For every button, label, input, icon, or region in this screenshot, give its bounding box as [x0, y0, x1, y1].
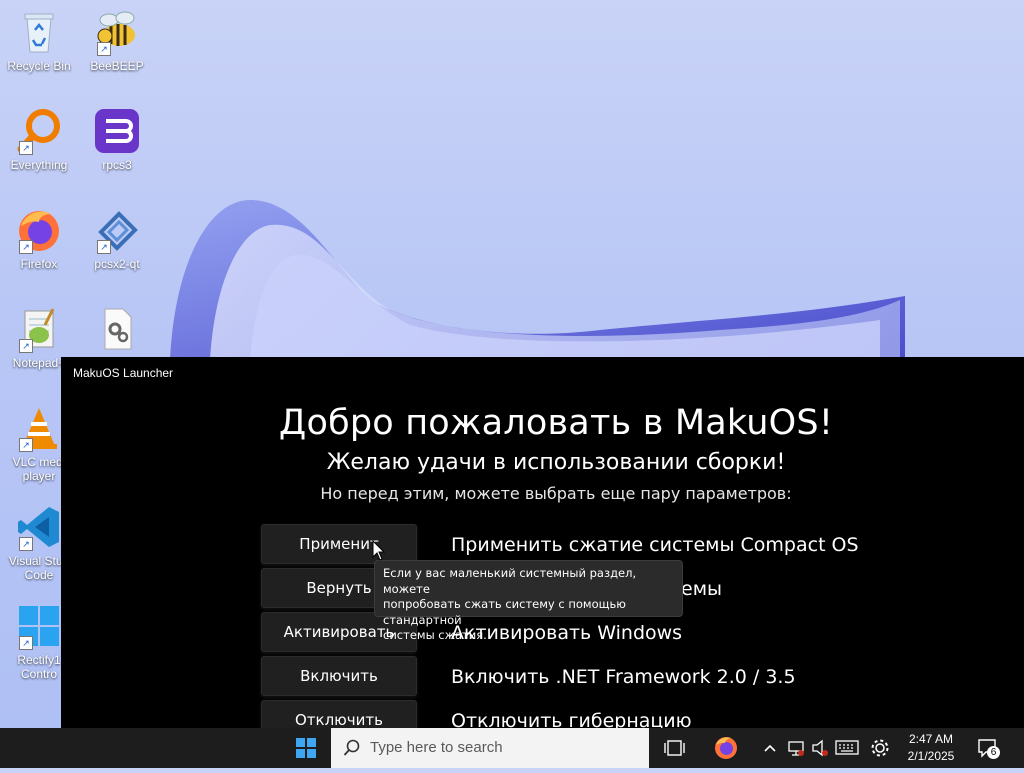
show-hidden-icons-button[interactable]: [762, 728, 778, 768]
settings-file-icon: [93, 305, 141, 353]
desktop-icon-firefox[interactable]: ↗ Firefox: [1, 206, 77, 271]
apply-compact-os-label: Применить сжатие системы Compact OS: [451, 534, 859, 556]
firefox-icon: ↗: [15, 206, 63, 254]
recycle-bin-icon: [15, 8, 63, 56]
gear-icon: [871, 739, 889, 757]
clock-date: 2/1/2025: [907, 749, 955, 763]
notepad-plus-icon: ↗: [15, 305, 63, 353]
enable-netfx-button[interactable]: Включить: [261, 656, 417, 696]
rpcs3-icon: [93, 107, 141, 155]
desktop-icon-label: Everything: [10, 158, 68, 172]
options-prompt: Но перед этим, можете выбрать еще пару п…: [320, 484, 792, 503]
compact-os-tooltip: Если у вас маленький системный раздел, м…: [374, 560, 683, 642]
vlc-icon: ↗: [15, 404, 63, 452]
task-view-icon: [664, 740, 685, 756]
desktop-icon-label: Firefox: [20, 257, 58, 271]
revert-compression-label: емы: [681, 578, 723, 600]
keyboard-icon: [835, 740, 859, 755]
input-indicator-button[interactable]: [834, 728, 860, 768]
task-view-button[interactable]: [656, 728, 692, 768]
windows-start-icon: [296, 738, 316, 758]
window-title: MakuOS Launcher: [73, 366, 174, 380]
vscode-icon: ↗: [15, 503, 63, 551]
desktop-icon-label: pcsx2-qt: [94, 257, 140, 271]
taskbar-clock[interactable]: 2:47 AM 2/1/2025: [896, 731, 966, 765]
network-icon: [788, 741, 804, 756]
tooltip-line: системы сжатия.: [383, 628, 487, 642]
apply-compact-os-button[interactable]: Применит: [261, 524, 417, 564]
network-status-button[interactable]: [786, 728, 806, 768]
search-icon: [343, 739, 361, 761]
desktop-icon-everything[interactable]: ↗ Everything: [1, 107, 77, 172]
chevron-up-icon: [764, 744, 776, 752]
magnifier-icon: ↗: [15, 107, 63, 155]
desktop-icon-rpcs3[interactable]: rpcs3: [79, 107, 155, 172]
welcome-heading: Добро пожаловать в MakuOS!: [278, 403, 834, 443]
pcsx2-icon: ↗: [93, 206, 141, 254]
desktop-icon-pcsx2[interactable]: ↗ pcsx2-qt: [79, 206, 155, 271]
taskbar-search-box[interactable]: Type here to search: [331, 728, 649, 768]
desktop-icon-settings-file[interactable]: [79, 305, 155, 356]
notification-center-button[interactable]: 6: [976, 736, 1000, 760]
volume-muted-icon: [812, 739, 828, 757]
windows-logo-icon: ↗: [15, 602, 63, 650]
desktop-icon-recycle-bin[interactable]: Recycle Bin: [1, 8, 77, 73]
start-button[interactable]: [286, 728, 326, 768]
welcome-subtitle: Желаю удачи в использовании сборки!: [326, 450, 786, 475]
disable-hibernation-button[interactable]: Отключить: [261, 700, 417, 728]
volume-button[interactable]: [810, 728, 830, 768]
notification-count-badge: 6: [987, 746, 1000, 759]
tooltip-line: попробовать сжать систему с помощью стан…: [383, 597, 626, 627]
mouse-cursor-icon: [372, 539, 386, 567]
enable-netfx-label: Включить .NET Framework 2.0 / 3.5: [451, 666, 796, 688]
clock-time: 2:47 AM: [908, 732, 954, 746]
disable-hibernation-label: Отключить гибернацию: [451, 710, 692, 728]
launcher-window: MakuOS Launcher Добро пожаловать в MakuO…: [61, 357, 1024, 728]
bee-icon: ↗: [93, 8, 141, 56]
settings-tray-button[interactable]: [868, 728, 892, 768]
search-placeholder: Type here to search: [370, 739, 503, 756]
tooltip-line: Если у вас маленький системный раздел, м…: [383, 566, 637, 596]
taskbar-firefox-button[interactable]: [706, 728, 746, 768]
desktop-icon-label: rpcs3: [102, 158, 132, 172]
desktop-icon-label: Recycle Bin: [7, 59, 71, 73]
desktop-icon-label: BeeBEEP: [90, 59, 144, 73]
taskbar: Type here to search 2:47 AM 2/1/2025 6: [0, 728, 1024, 768]
desktop-icon-beebeep[interactable]: ↗ BeeBEEP: [79, 8, 155, 73]
firefox-icon: [715, 737, 737, 759]
